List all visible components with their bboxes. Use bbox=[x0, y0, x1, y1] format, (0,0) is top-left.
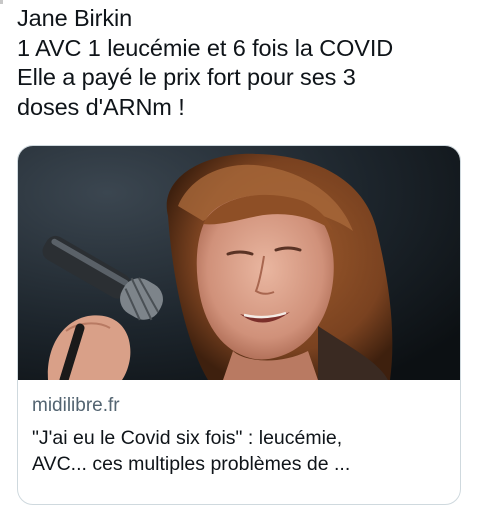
singer-photo bbox=[18, 146, 460, 380]
tweet-line: Elle a payé le prix fort pour ses 3 bbox=[17, 64, 356, 90]
tweet-line: 1 AVC 1 leucémie et 6 fois la COVID bbox=[17, 34, 394, 61]
tweet-line: doses d'ARNm ! bbox=[17, 93, 185, 120]
card-domain[interactable]: midilibre.fr bbox=[32, 394, 450, 418]
card-title-line: "J'ai eu le Covid six fois" : leucémie, bbox=[32, 427, 343, 449]
card-image[interactable] bbox=[18, 146, 460, 380]
link-preview-card[interactable]: midilibre.fr "J'ai eu le Covid six fois"… bbox=[17, 145, 461, 505]
corner-mark bbox=[0, 0, 3, 4]
card-title-line: AVC... ces multiples problèmes de ... bbox=[32, 453, 351, 475]
tweet-text: Jane Birkin 1 AVC 1 leucémie et 6 fois l… bbox=[17, 4, 467, 122]
tweet-line: Jane Birkin bbox=[17, 5, 133, 31]
card-title[interactable]: "J'ai eu le Covid six fois" : leucémie, … bbox=[32, 425, 450, 477]
card-meta: midilibre.fr "J'ai eu le Covid six fois"… bbox=[32, 394, 450, 477]
